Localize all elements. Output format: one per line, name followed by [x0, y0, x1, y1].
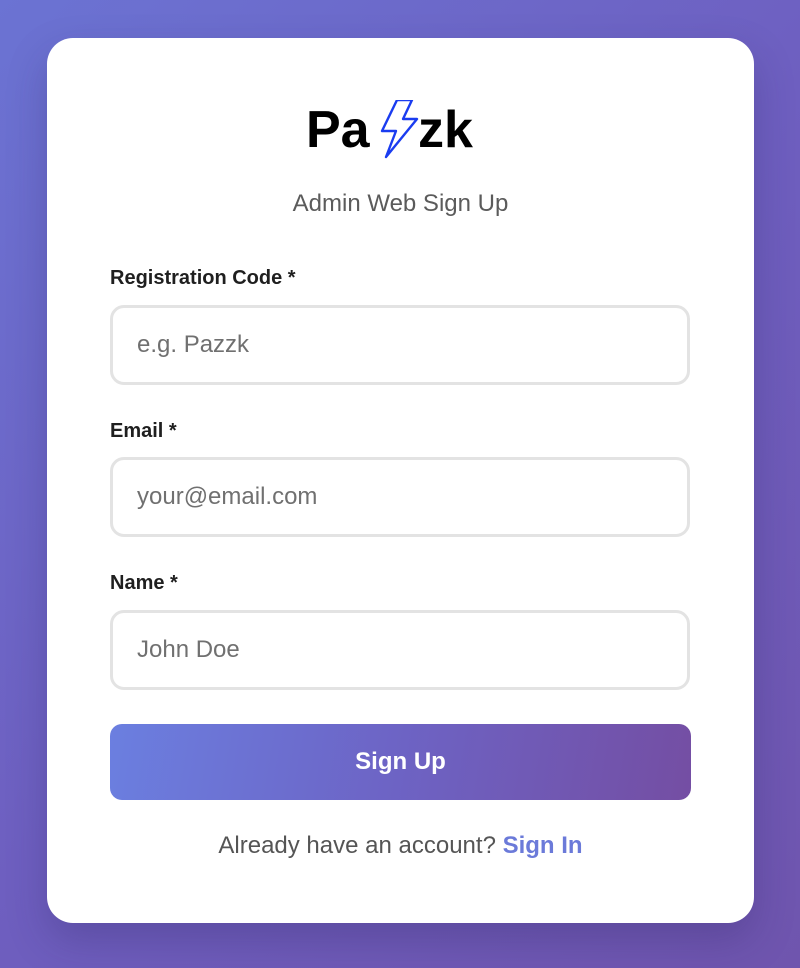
sign-in-link[interactable]: Sign In [503, 832, 583, 859]
pazzk-logo-icon: Pa zk [306, 100, 473, 159]
page-subtitle: Admin Web Sign Up [292, 190, 509, 217]
signup-card: Pa zk Admin Web Sign Up Registration Cod… [47, 38, 754, 923]
email-input[interactable] [110, 457, 690, 537]
email-label: Email * [110, 420, 177, 442]
lightning-bolt-icon [380, 100, 418, 159]
signin-prompt: Already have an account? Sign In [47, 832, 754, 860]
registration-code-input[interactable] [110, 305, 690, 385]
signin-prompt-text: Already have an account? [218, 832, 503, 859]
brand-logo: Pa zk [47, 100, 754, 164]
svg-text:Pa: Pa [306, 101, 371, 159]
sign-up-button[interactable]: Sign Up [110, 724, 691, 800]
svg-text:zk: zk [418, 101, 473, 159]
registration-code-label: Registration Code * [110, 267, 296, 289]
name-input[interactable] [110, 610, 690, 690]
name-label: Name * [110, 572, 178, 594]
